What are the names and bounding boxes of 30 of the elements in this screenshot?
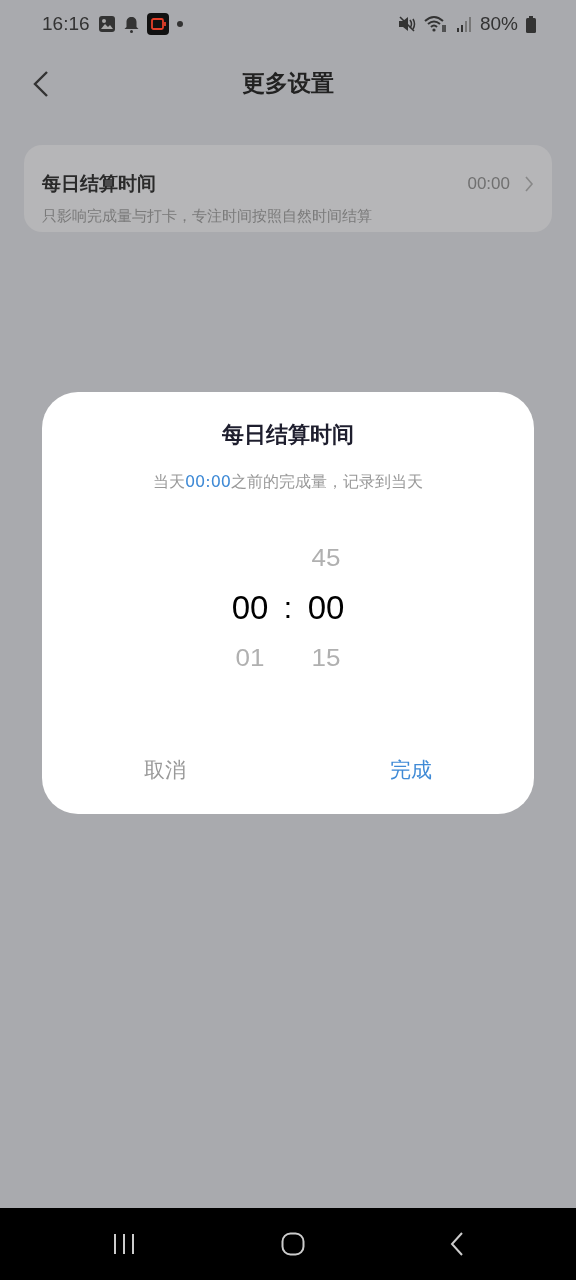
chevron-right-icon	[524, 176, 534, 192]
mute-icon	[397, 16, 416, 32]
dot-icon	[176, 21, 183, 27]
dialog-title: 每日结算时间	[222, 421, 354, 449]
signal-icon	[455, 16, 472, 32]
page-title: 更多设置	[242, 68, 334, 98]
back-icon[interactable]	[449, 1232, 464, 1256]
setting-row[interactable]: 每日结算时间 00:00 只影响完成量与打卡，专注时间按照自然时间结算	[24, 145, 552, 232]
minute-option[interactable]: 15	[311, 635, 341, 681]
app-icon	[146, 13, 169, 35]
dialog-subtitle: 当天00:00之前的完成量，记录到当天	[152, 472, 424, 493]
setting-title: 每日结算时间	[42, 171, 157, 196]
image-icon	[97, 15, 116, 33]
recent-apps-icon[interactable]	[112, 1233, 137, 1255]
back-icon[interactable]	[32, 70, 50, 98]
hour-option[interactable]: 01	[235, 635, 265, 681]
time-separator: :	[283, 591, 293, 625]
clock-time: 16:16	[42, 13, 90, 35]
confirm-button[interactable]: 完成	[288, 746, 534, 794]
cancel-button[interactable]: 取消	[42, 746, 288, 794]
minute-option[interactable]: 00	[307, 583, 345, 633]
minute-option[interactable]: 45	[311, 535, 341, 581]
setting-value: 00:00	[467, 174, 510, 194]
battery-icon	[526, 15, 536, 33]
hour-option[interactable]: 00	[231, 583, 269, 633]
setting-description: 只影响完成量与打卡，专注时间按照自然时间结算	[42, 207, 373, 226]
wifi-icon	[423, 15, 448, 33]
battery-percent: 80%	[479, 13, 518, 35]
bell-icon	[123, 15, 139, 33]
home-icon[interactable]	[281, 1232, 305, 1256]
